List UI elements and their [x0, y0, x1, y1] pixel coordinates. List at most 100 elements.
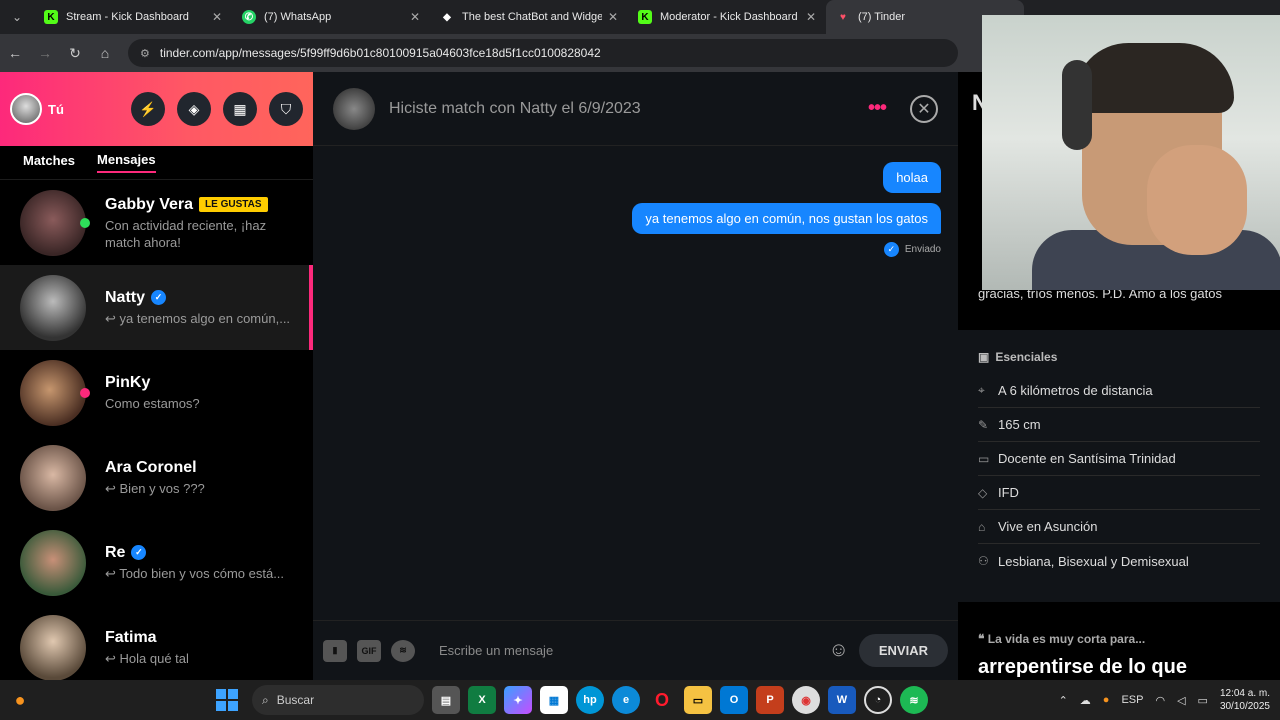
conversation-name: Natty [105, 288, 146, 306]
conversation-name: Ara Coronel [105, 458, 197, 476]
browser-tab-0[interactable]: K Stream - Kick Dashboard ✕ [34, 0, 232, 34]
close-tab-icon[interactable]: ✕ [212, 10, 222, 24]
essential-row: ◇ IFD [978, 476, 1260, 510]
conversation-item[interactable]: Gabby Vera LE GUSTAS Con actividad recien… [0, 180, 313, 265]
conversation-item[interactable]: PinKy Como estamos? [0, 350, 313, 435]
prompt-answer: arrepentirse de lo que [978, 656, 1187, 678]
battery-icon[interactable]: ▭ [1198, 694, 1208, 707]
taskbar-search[interactable]: ⌕ Buscar [252, 685, 424, 715]
verified-icon: ✓ [151, 290, 167, 305]
clock-time: 12:04 a. m. [1219, 688, 1270, 699]
sent-status: ✓ Enviado [883, 242, 941, 257]
safety-shield-icon[interactable]: ⛉ [269, 92, 303, 126]
sticker-icon[interactable]: ▮ [323, 639, 347, 662]
browser-tab-1[interactable]: ✆ (7) WhatsApp ✕ [232, 0, 430, 34]
store-icon[interactable]: ▦ [540, 686, 568, 714]
spotify-icon[interactable]: ≋ [900, 686, 928, 714]
match-avatar[interactable] [333, 87, 375, 130]
close-tab-icon[interactable]: ✕ [410, 10, 420, 24]
tab-mensajes[interactable]: Mensajes [97, 152, 156, 173]
send-button[interactable]: ENVIAR [858, 634, 948, 667]
reload-icon[interactable]: ↻ [60, 45, 90, 62]
url-field[interactable]: ⚙ tinder.com/app/messages/5f99ff9d6b01c8… [128, 39, 958, 67]
obs-icon[interactable]: ◔ [864, 686, 892, 714]
emoji-icon[interactable]: ☺ [828, 639, 848, 662]
kick-icon: K [44, 10, 58, 24]
conversation-name: Gabby Vera [105, 195, 194, 213]
site-info-icon[interactable]: ⚙ [140, 47, 150, 60]
briefcase-icon[interactable]: ▦ [223, 92, 257, 126]
excel-icon[interactable]: X [468, 686, 496, 714]
message-composer: ▮ GIF ≋ Escribe un mensaje ☺ ENVIAR [313, 620, 958, 680]
search-icon: ⌕ [262, 692, 269, 707]
tab-title: Moderator - Kick Dashboard [660, 11, 798, 23]
avatar [20, 274, 86, 341]
my-avatar[interactable] [10, 93, 42, 125]
sent-status-text: Enviado [904, 244, 941, 255]
conversation-preview: ↩ Hola qué tal [105, 650, 189, 666]
unread-dot [80, 387, 90, 398]
essential-text: Lesbiana, Bisexual y Demisexual [998, 553, 1189, 569]
conversation-name: Re [105, 543, 126, 561]
powerpoint-icon[interactable]: P [756, 686, 784, 714]
home-icon[interactable]: ⌂ [90, 45, 120, 61]
boost-icon[interactable]: ⚡ [131, 92, 165, 126]
copilot-icon[interactable]: ✦ [504, 686, 532, 714]
forward-icon[interactable]: → [30, 45, 60, 61]
wifi-icon[interactable]: ◠ [1155, 694, 1165, 707]
outlook-icon[interactable]: O [720, 686, 748, 714]
my-profile-label[interactable]: Tú [48, 102, 64, 117]
id-card-icon: ▣ [978, 350, 990, 364]
tab-matches[interactable]: Matches [23, 153, 75, 172]
chrome-icon[interactable]: ◉ [792, 686, 820, 714]
weather-icon[interactable]: ● [0, 690, 40, 711]
graduation-cap-icon: ◇ [978, 485, 988, 500]
briefcase-icon: ▭ [978, 451, 990, 466]
folder-icon[interactable]: ▭ [684, 686, 712, 714]
verified-icon: ✓ [131, 545, 147, 560]
essential-text: Vive en Asunción [998, 519, 1098, 534]
message-bubble: ya tenemos algo en común, nos gustan los… [632, 203, 941, 234]
word-icon[interactable]: W [828, 686, 856, 714]
conversation-item[interactable]: Ara Coronel ↩ Bien y vos ??? [0, 435, 313, 520]
sidebar: Tú ⚡ ◈ ▦ ⛉ Matches Mensajes Gabby Vera LE… [0, 72, 313, 681]
tab-search-icon[interactable]: ⌄ [0, 0, 34, 34]
opera-icon[interactable]: O [648, 686, 676, 714]
sidebar-header: Tú ⚡ ◈ ▦ ⛉ [0, 72, 313, 146]
browser-tab-3[interactable]: K Moderator - Kick Dashboard ✕ [628, 0, 826, 34]
conversation-item[interactable]: Fatima ↩ Hola qué tal [0, 605, 313, 690]
conversation-preview: ↩ ya tenemos algo en común,... [105, 310, 291, 326]
clock[interactable]: 12:04 a. m. 30/10/2025 [1220, 687, 1270, 713]
explore-icon[interactable]: ◈ [177, 92, 211, 126]
orientation-icon: ⚇ [978, 554, 989, 568]
gif-button[interactable]: GIF [357, 639, 381, 662]
chat-header: Hiciste match con Natty el 6/9/2023 ••• … [313, 72, 958, 146]
home-icon: ⌂ [978, 519, 986, 534]
close-tab-icon[interactable]: ✕ [608, 10, 618, 24]
chat-panel: Hiciste match con Natty el 6/9/2023 ••• … [313, 72, 958, 680]
conversation-item[interactable]: Natty ✓ ↩ ya tenemos algo en común,... [0, 265, 313, 350]
message-input[interactable]: Escribe un mensaje [439, 643, 828, 658]
cloud-icon[interactable]: ☁ [1080, 694, 1091, 707]
online-dot [80, 217, 90, 228]
back-icon[interactable]: ← [0, 45, 30, 61]
chevron-up-icon[interactable]: ⌃ [1059, 694, 1068, 707]
webcam-person-hair [1074, 43, 1234, 113]
close-tab-icon[interactable]: ✕ [806, 10, 816, 24]
windows-start-icon[interactable] [216, 689, 238, 711]
conversation-item[interactable]: Re ✓ ↩ Todo bien y vos cómo está... [0, 520, 313, 605]
system-tray: ⌃ ☁ ● ESP ◠ ◁ ▭ 12:04 a. m. 30/10/2025 [1059, 687, 1270, 713]
conversation-preview: Como estamos? [105, 396, 200, 411]
hp-icon[interactable]: hp [576, 686, 604, 714]
language-indicator[interactable]: ESP [1121, 694, 1143, 706]
essentials-card: ▣ Esenciales ⌖ A 6 kilómetros de distanci… [958, 330, 1280, 602]
browser-tab-2[interactable]: ◆ The best ChatBot and Widgets ✕ [430, 0, 628, 34]
mic-icon[interactable]: ● [1103, 694, 1110, 706]
more-options-icon[interactable]: ••• [868, 97, 887, 120]
volume-icon[interactable]: ◁ [1177, 694, 1185, 707]
edge-icon[interactable]: e [612, 686, 640, 714]
file-icon[interactable]: ▤ [432, 686, 460, 714]
spotify-icon[interactable]: ≋ [391, 639, 415, 662]
close-chat-icon[interactable]: ✕ [910, 94, 938, 123]
essential-row: ⚇ Lesbiana, Bisexual y Demisexual [978, 544, 1260, 578]
